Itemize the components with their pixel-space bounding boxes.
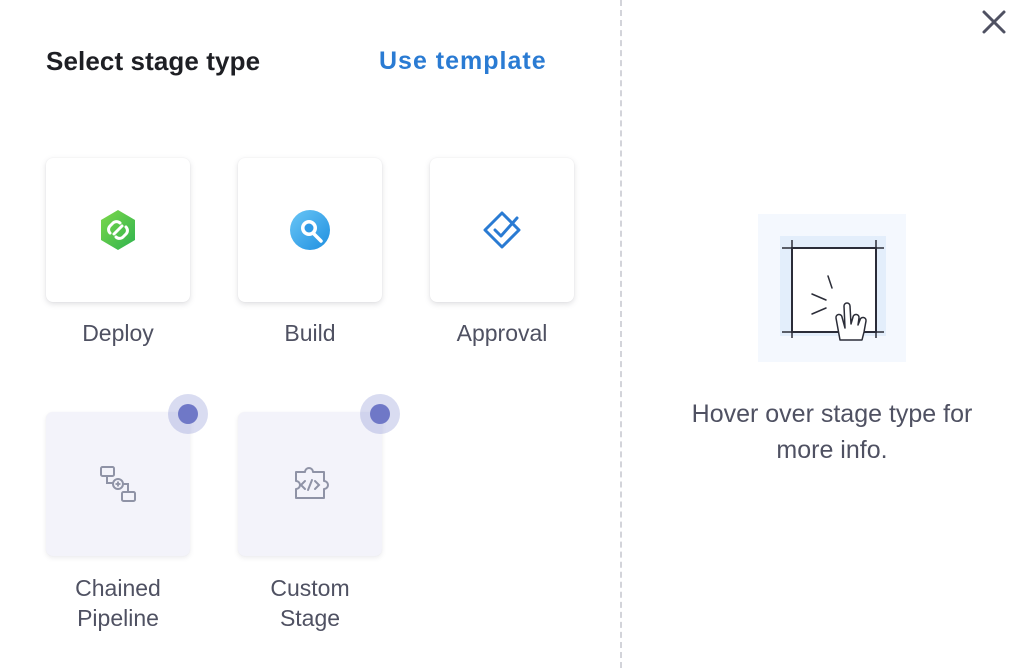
use-template-link[interactable]: Use template <box>379 47 547 76</box>
custom-stage-icon <box>295 467 329 499</box>
stage-tile-build[interactable] <box>238 158 382 302</box>
stage-tile-chained-pipeline[interactable] <box>46 412 190 556</box>
build-icon <box>290 210 330 250</box>
chained-pipeline-badge <box>168 394 208 434</box>
hover-hand-illustration <box>758 214 906 362</box>
stage-tile-custom-stage[interactable] <box>238 412 382 556</box>
stage-label-chained-pipeline: Chained Pipeline <box>28 573 208 633</box>
stage-label-line: Stage <box>279 605 341 631</box>
stage-tile-deploy[interactable] <box>46 158 190 302</box>
close-icon[interactable] <box>980 8 1008 36</box>
stage-type-panel: Select stage type Use template Deploy Bu… <box>0 0 620 668</box>
stage-label-line: Chained <box>75 575 161 601</box>
stage-label-approval: Approval <box>456 320 548 346</box>
panel-title: Select stage type <box>46 46 261 76</box>
hover-hint-text: Hover over stage type for more info. <box>640 396 1024 468</box>
stage-label-build: Build <box>284 320 336 346</box>
hover-hint-line: Hover over stage type for <box>691 400 973 428</box>
hover-hint-line: more info. <box>776 436 888 464</box>
custom-stage-badge <box>360 394 400 434</box>
approval-icon <box>483 211 521 249</box>
chained-pipeline-icon <box>100 466 136 502</box>
stage-label-deploy: Deploy <box>82 320 154 346</box>
stage-label-custom-stage: Custom Stage <box>220 573 400 633</box>
stage-tile-approval[interactable] <box>430 158 574 302</box>
deploy-icon <box>101 210 135 250</box>
stage-label-line: Custom <box>270 575 350 601</box>
stage-label-line: Pipeline <box>77 605 159 631</box>
